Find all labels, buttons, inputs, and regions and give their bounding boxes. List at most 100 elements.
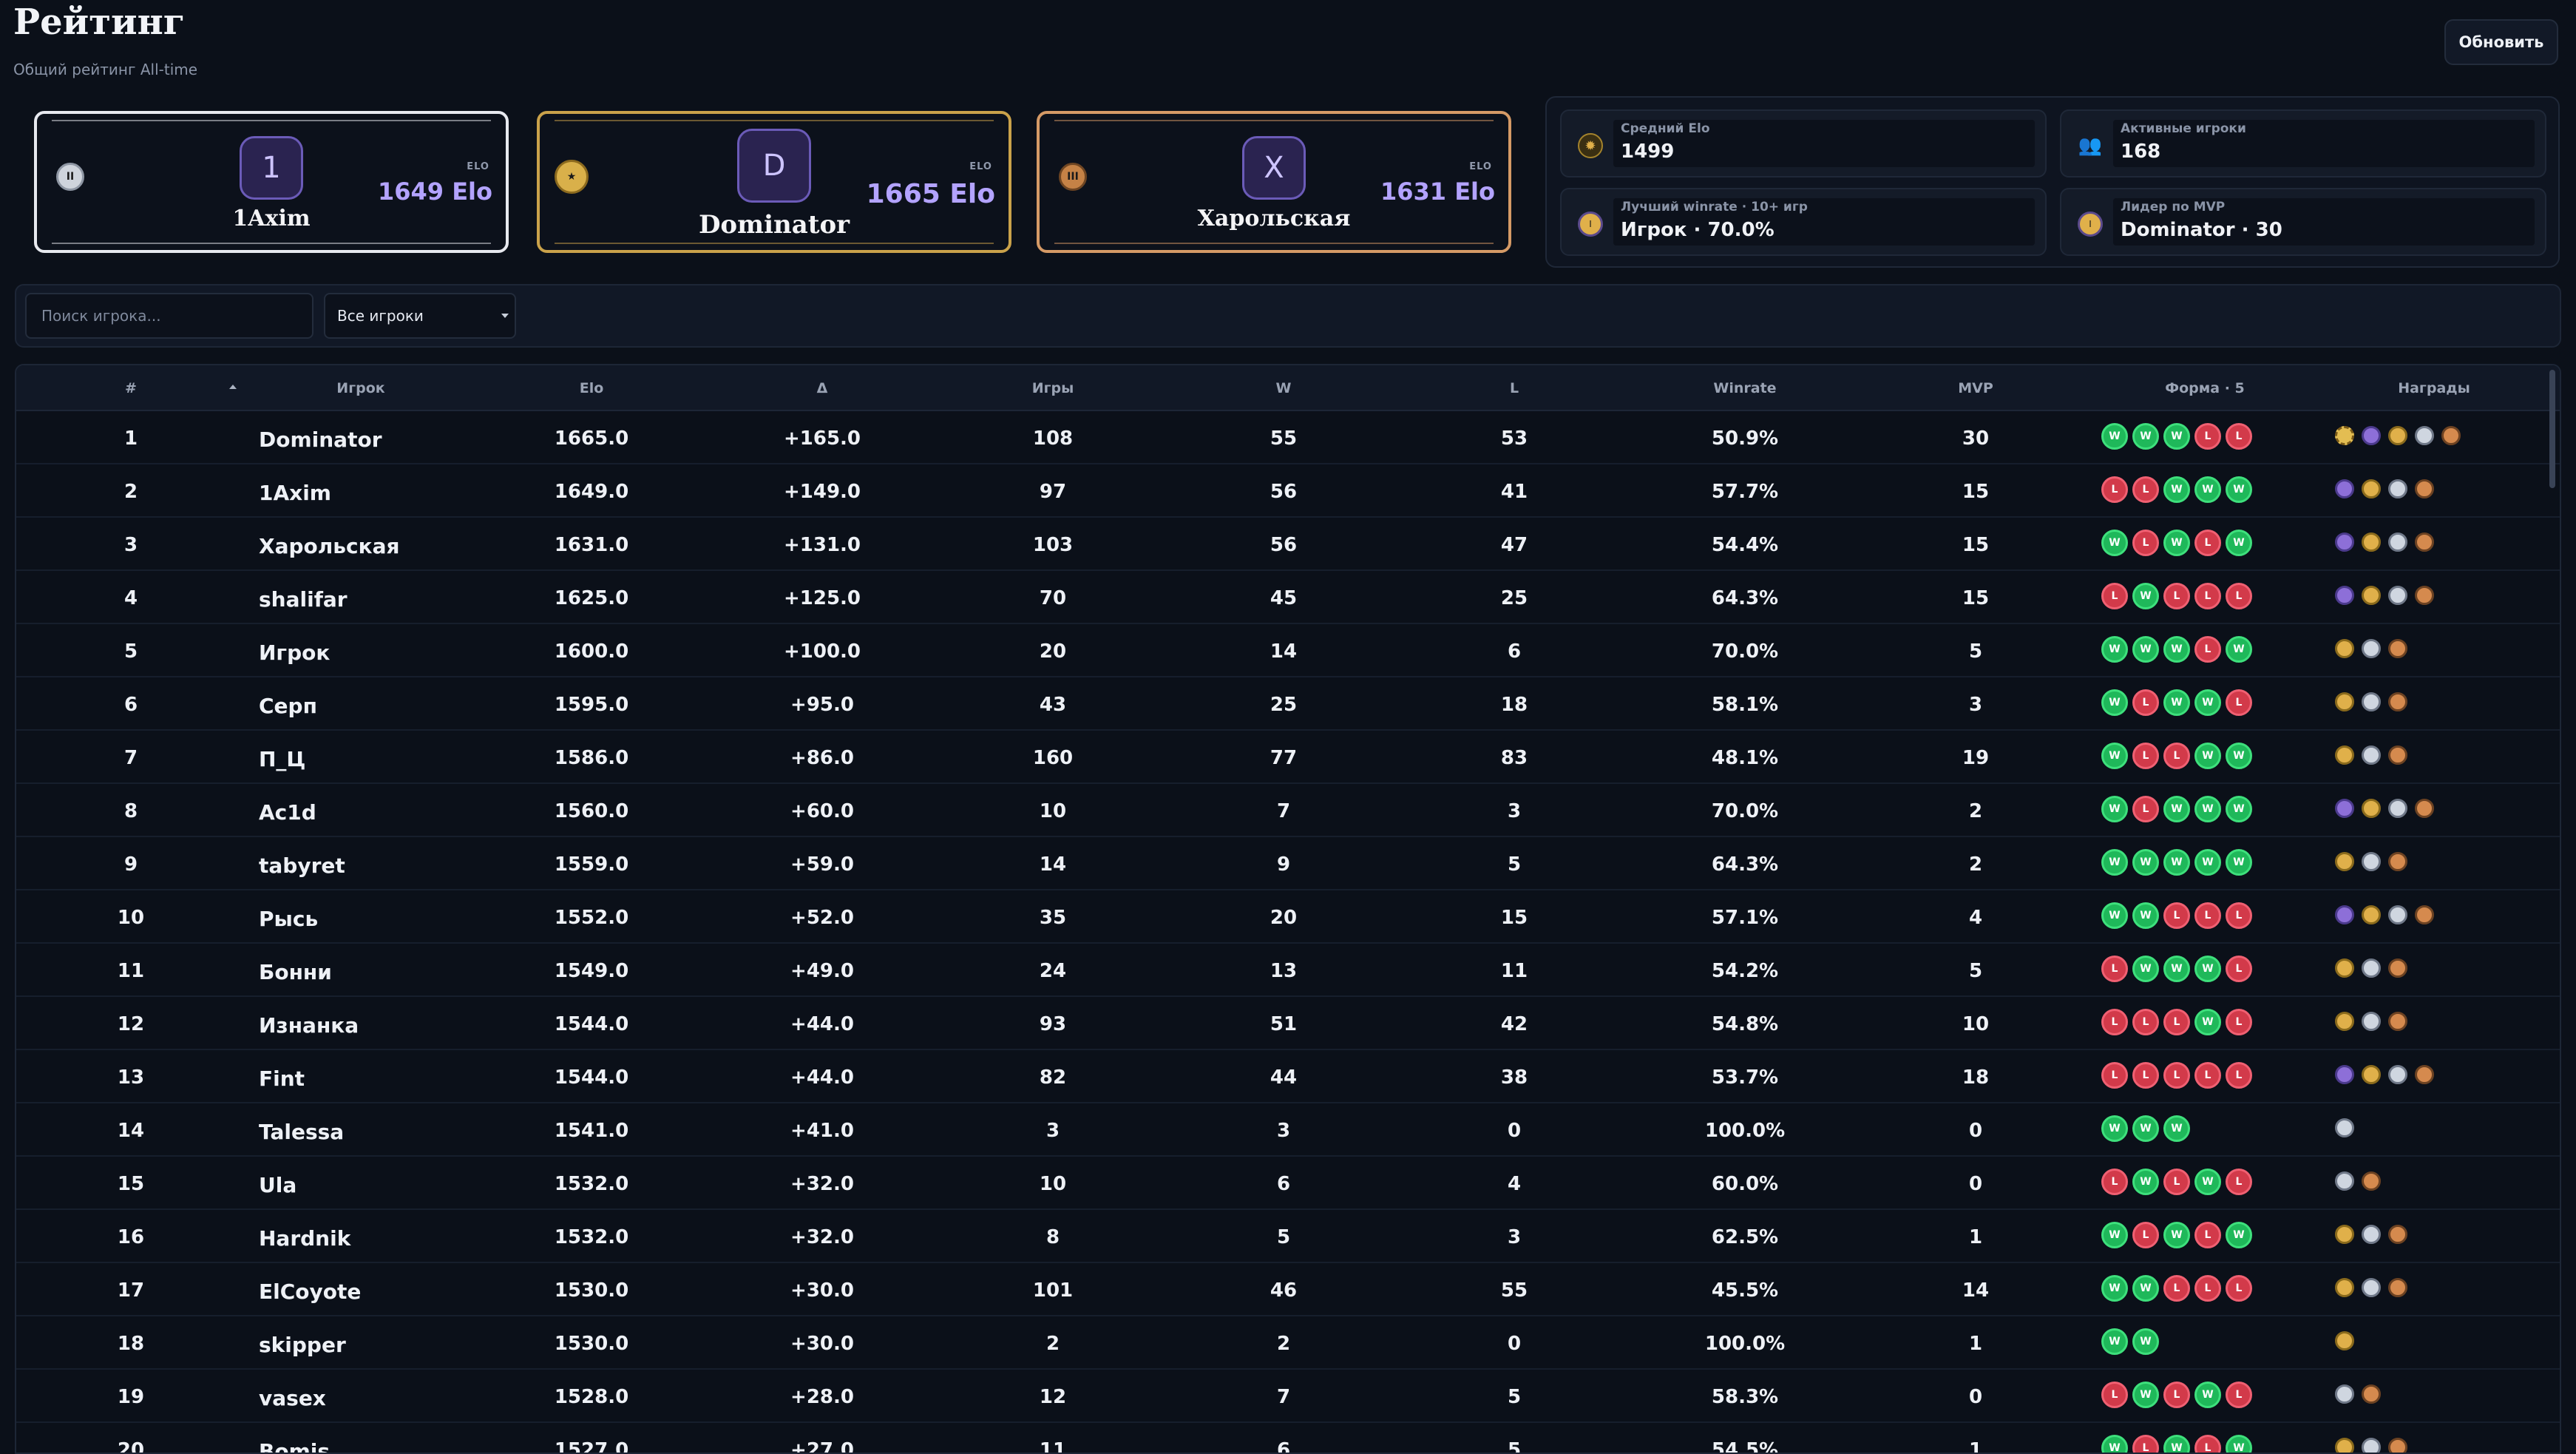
- silver-medal-icon[interactable]: [2335, 1171, 2354, 1191]
- column-header-wins[interactable]: W: [1276, 380, 1292, 396]
- table-row[interactable]: 1 Dominator 1665.0 +165.0 108 55 53 50.9% 30 W W W L…: [16, 411, 2560, 464]
- table-row[interactable]: 14 Talessa 1541.0 +41.0 3 3 0 100.0% 0 W W W: [16, 1103, 2560, 1157]
- refresh-button[interactable]: Обновить: [2444, 19, 2558, 65]
- bronze-medal-icon[interactable]: [2388, 1438, 2407, 1453]
- gold-medal-icon[interactable]: [2335, 852, 2354, 871]
- column-header-delta[interactable]: Δ: [817, 380, 828, 396]
- bronze-medal-icon[interactable]: [2415, 799, 2434, 818]
- column-header-player[interactable]: Игрок: [336, 380, 384, 396]
- gold-medal-icon[interactable]: [2335, 1012, 2354, 1031]
- bronze-medal-icon[interactable]: [2388, 745, 2407, 765]
- cell-player-name[interactable]: Bomis: [259, 1439, 330, 1453]
- gold-medal-icon[interactable]: [2362, 479, 2381, 498]
- gold-medal-icon[interactable]: [2335, 1331, 2354, 1350]
- silver-medal-icon[interactable]: [2362, 1012, 2381, 1031]
- table-row[interactable]: 17 ElCoyote 1530.0 +30.0 101 46 55 45.5% 14 W W L L L: [16, 1263, 2560, 1316]
- table-row[interactable]: 4 shalifar 1625.0 +125.0 70 45 25 64.3% 15 L W L L L: [16, 571, 2560, 624]
- cell-player-name[interactable]: Рысь: [259, 907, 318, 931]
- bronze-medal-icon[interactable]: [2362, 1384, 2381, 1404]
- scrollbar[interactable]: [2549, 370, 2555, 488]
- cell-player-name[interactable]: Серп: [259, 694, 317, 718]
- table-row[interactable]: 11 Бонни 1549.0 +49.0 24 13 11 54.2% 5 L W W W L: [16, 944, 2560, 997]
- silver-medal-icon[interactable]: [2388, 799, 2407, 818]
- cell-player-name[interactable]: tabyret: [259, 853, 345, 878]
- gold-medal-icon[interactable]: [2335, 639, 2354, 658]
- bronze-medal-icon[interactable]: [2388, 639, 2407, 658]
- bronze-medal-icon[interactable]: [2388, 852, 2407, 871]
- cell-player-name[interactable]: ElCoyote: [259, 1279, 361, 1304]
- table-row[interactable]: 9 tabyret 1559.0 +59.0 14 9 5 64.3% 2 W W W W W: [16, 837, 2560, 890]
- podium-card-first[interactable]: ★ D Dominator ELO 1665 Elo: [537, 111, 1011, 253]
- purple-crest-icon[interactable]: [2335, 905, 2354, 924]
- silver-medal-icon[interactable]: [2388, 905, 2407, 924]
- table-row[interactable]: 10 Рысь 1552.0 +52.0 35 20 15 57.1% 4 W W L L L: [16, 890, 2560, 944]
- bronze-medal-icon[interactable]: [2362, 1171, 2381, 1191]
- gold-medal-icon[interactable]: [2362, 1065, 2381, 1084]
- table-row[interactable]: 20 Bomis 1527.0 +27.0 11 6 5 54.5% 1 W L W L W: [16, 1423, 2560, 1453]
- silver-medal-icon[interactable]: [2362, 958, 2381, 978]
- gold-medal-icon[interactable]: [2335, 692, 2354, 711]
- table-row[interactable]: 12 Изнанка 1544.0 +44.0 93 51 42 54.8% 10 L L L W L: [16, 997, 2560, 1050]
- bronze-medal-icon[interactable]: [2415, 479, 2434, 498]
- cell-player-name[interactable]: Fint: [259, 1066, 305, 1091]
- gold-medal-icon[interactable]: [2362, 799, 2381, 818]
- silver-medal-icon[interactable]: [2388, 479, 2407, 498]
- table-row[interactable]: 15 Ula 1532.0 +32.0 10 6 4 60.0% 0 L W L W L: [16, 1157, 2560, 1210]
- podium-card-second[interactable]: II 1 1Axim ELO 1649 Elo: [34, 111, 509, 253]
- silver-medal-icon[interactable]: [2362, 852, 2381, 871]
- table-row[interactable]: 5 Игрок 1600.0 +100.0 20 14 6 70.0% 5 W W W L W: [16, 624, 2560, 677]
- silver-medal-icon[interactable]: [2362, 692, 2381, 711]
- purple-crest-icon[interactable]: [2335, 1065, 2354, 1084]
- silver-medal-icon[interactable]: [2415, 426, 2434, 445]
- gold-medal-icon[interactable]: [2335, 1438, 2354, 1453]
- cell-player-name[interactable]: vasex: [259, 1386, 326, 1410]
- gold-medal-icon[interactable]: [2362, 532, 2381, 552]
- silver-medal-icon[interactable]: [2362, 745, 2381, 765]
- silver-medal-icon[interactable]: [2362, 1225, 2381, 1244]
- gold-medal-icon[interactable]: [2335, 958, 2354, 978]
- table-row[interactable]: 7 П_Ц 1586.0 +86.0 160 77 83 48.1% 19 W L L W W: [16, 731, 2560, 784]
- cell-player-name[interactable]: Dominator: [259, 427, 382, 452]
- purple-crest-icon[interactable]: [2335, 532, 2354, 552]
- cell-player-name[interactable]: Бонни: [259, 960, 332, 984]
- silver-medal-icon[interactable]: [2362, 1438, 2381, 1453]
- purple-crest-icon[interactable]: [2335, 799, 2354, 818]
- podium-card-third[interactable]: III X Харольская ELO 1631 Elo: [1037, 111, 1511, 253]
- gold-medal-icon[interactable]: [2362, 905, 2381, 924]
- column-header-losses[interactable]: L: [1510, 380, 1519, 396]
- cell-player-name[interactable]: Hardnik: [259, 1226, 350, 1251]
- bronze-medal-icon[interactable]: [2388, 1012, 2407, 1031]
- bronze-medal-icon[interactable]: [2388, 1278, 2407, 1297]
- cell-player-name[interactable]: Изнанка: [259, 1013, 359, 1038]
- bronze-medal-icon[interactable]: [2388, 958, 2407, 978]
- sort-asc-icon[interactable]: [229, 385, 237, 389]
- gold-medal-icon[interactable]: [2335, 1278, 2354, 1297]
- silver-medal-icon[interactable]: [2388, 586, 2407, 605]
- column-header-rank[interactable]: #: [125, 380, 137, 396]
- silver-medal-icon[interactable]: [2335, 1384, 2354, 1404]
- table-row[interactable]: 2 1Axim 1649.0 +149.0 97 56 41 57.7% 15 L L W W W: [16, 464, 2560, 518]
- cell-player-name[interactable]: 1Axim: [259, 481, 331, 505]
- gold-medal-icon[interactable]: [2362, 586, 2381, 605]
- bronze-medal-icon[interactable]: [2441, 426, 2461, 445]
- cell-player-name[interactable]: П_Ц: [259, 747, 305, 771]
- gold-medal-icon[interactable]: [2388, 426, 2407, 445]
- cell-player-name[interactable]: Харольская: [259, 534, 399, 558]
- bronze-medal-icon[interactable]: [2388, 1225, 2407, 1244]
- table-row[interactable]: 19 vasex 1528.0 +28.0 12 7 5 58.3% 0 L W L W L: [16, 1370, 2560, 1423]
- column-header-elo[interactable]: Elo: [580, 380, 604, 396]
- purple-crest-icon[interactable]: [2362, 426, 2381, 445]
- search-input[interactable]: [25, 293, 313, 339]
- table-row[interactable]: 6 Серп 1595.0 +95.0 43 25 18 58.1% 3 W L W W L: [16, 677, 2560, 731]
- column-header-games[interactable]: Игры: [1032, 380, 1074, 396]
- silver-medal-icon[interactable]: [2388, 532, 2407, 552]
- cell-player-name[interactable]: shalifar: [259, 587, 348, 612]
- table-row[interactable]: 16 Hardnik 1532.0 +32.0 8 5 3 62.5% 1 W L W L W: [16, 1210, 2560, 1263]
- purple-crest-icon[interactable]: [2335, 479, 2354, 498]
- bronze-medal-icon[interactable]: [2388, 692, 2407, 711]
- silver-medal-icon[interactable]: [2335, 1118, 2354, 1137]
- gold-medal-icon[interactable]: [2335, 1225, 2354, 1244]
- cell-player-name[interactable]: Ula: [259, 1173, 296, 1197]
- cell-player-name[interactable]: skipper: [259, 1333, 346, 1357]
- column-header-winrate[interactable]: Winrate: [1713, 380, 1776, 396]
